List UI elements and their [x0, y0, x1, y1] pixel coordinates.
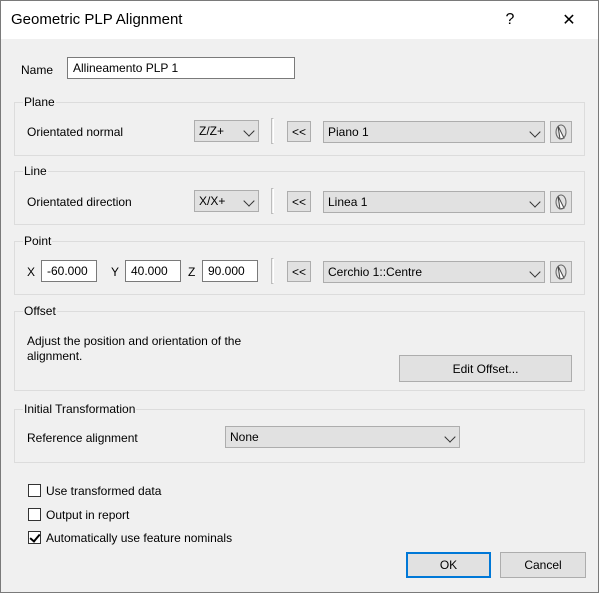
initial-transformation-label: Initial Transformation: [23, 402, 137, 416]
point-pick-button[interactable]: <<: [287, 261, 311, 282]
double-left-arrow-icon: <<: [291, 264, 306, 279]
plane-feature-value: Piano 1: [328, 125, 369, 139]
chevron-down-icon: [529, 126, 541, 138]
chevron-down-icon: [529, 196, 541, 208]
edit-offset-button[interactable]: Edit Offset...: [399, 355, 572, 382]
chevron-down-icon: [444, 431, 456, 443]
chevron-down-icon: [243, 195, 255, 207]
chevron-down-icon: [529, 266, 541, 278]
plane-group-label: Plane: [23, 95, 56, 109]
x-coordinate-input[interactable]: [41, 260, 97, 282]
help-icon: ?: [505, 11, 515, 28]
orientated-normal-label: Orientated normal: [27, 125, 124, 139]
y-coordinate-input[interactable]: [125, 260, 181, 282]
help-button[interactable]: ?: [487, 1, 533, 39]
line-axis-value: X/X+: [199, 194, 226, 208]
offset-description: Adjust the position and orientation of t…: [27, 334, 242, 363]
output-in-report-checkbox[interactable]: [28, 508, 41, 521]
line-mouse-select-button[interactable]: [550, 191, 572, 213]
checkmark-icon: [29, 531, 41, 543]
line-axis-select[interactable]: X/X+: [194, 190, 259, 212]
line-feature-select[interactable]: Linea 1: [323, 191, 545, 213]
name-input[interactable]: [67, 57, 295, 79]
line-pick-button[interactable]: <<: [287, 191, 311, 212]
auto-feature-nominals-label: Automatically use feature nominals: [46, 531, 233, 545]
offset-group-label: Offset: [23, 304, 57, 318]
line-group-label: Line: [23, 164, 48, 178]
plane-feature-select[interactable]: Piano 1: [323, 121, 545, 143]
orientated-direction-label: Orientated direction: [27, 195, 132, 209]
title-bar: Geometric PLP Alignment ? ✕: [1, 1, 598, 39]
cancel-button[interactable]: Cancel: [500, 552, 586, 578]
close-button[interactable]: ✕: [546, 1, 592, 39]
dialog-window: Geometric PLP Alignment ? ✕ Name Plane O…: [0, 0, 599, 593]
use-transformed-data-checkbox[interactable]: [28, 484, 41, 497]
name-label: Name: [21, 63, 54, 77]
close-icon: ✕: [562, 12, 576, 29]
point-group-label: Point: [23, 234, 53, 248]
point-separator: [271, 258, 274, 284]
line-separator: [271, 188, 274, 214]
point-mouse-select-button[interactable]: [550, 261, 572, 283]
auto-feature-nominals-checkbox[interactable]: [28, 531, 41, 544]
mouse-icon: [555, 194, 567, 210]
x-label: X: [27, 265, 36, 279]
window-title: Geometric PLP Alignment: [11, 11, 183, 28]
mouse-icon: [555, 264, 567, 280]
use-transformed-data-label: Use transformed data: [46, 484, 162, 498]
plane-separator: [271, 118, 274, 144]
double-left-arrow-icon: <<: [291, 194, 306, 209]
double-left-arrow-icon: <<: [291, 124, 306, 139]
z-coordinate-input[interactable]: [202, 260, 258, 282]
output-in-report-label: Output in report: [46, 508, 130, 522]
chevron-down-icon: [243, 125, 255, 137]
mouse-icon: [555, 124, 567, 140]
point-feature-select[interactable]: Cerchio 1::Centre: [323, 261, 545, 283]
plane-axis-value: Z/Z+: [199, 124, 225, 138]
plane-mouse-select-button[interactable]: [550, 121, 572, 143]
point-feature-value: Cerchio 1::Centre: [328, 265, 423, 279]
reference-alignment-value: None: [230, 430, 259, 444]
z-label: Z: [188, 265, 196, 279]
plane-pick-button[interactable]: <<: [287, 121, 311, 142]
reference-alignment-label: Reference alignment: [27, 431, 138, 445]
ok-button[interactable]: OK: [406, 552, 491, 578]
line-feature-value: Linea 1: [328, 195, 368, 209]
y-label: Y: [111, 265, 120, 279]
reference-alignment-select[interactable]: None: [225, 426, 460, 448]
plane-axis-select[interactable]: Z/Z+: [194, 120, 259, 142]
